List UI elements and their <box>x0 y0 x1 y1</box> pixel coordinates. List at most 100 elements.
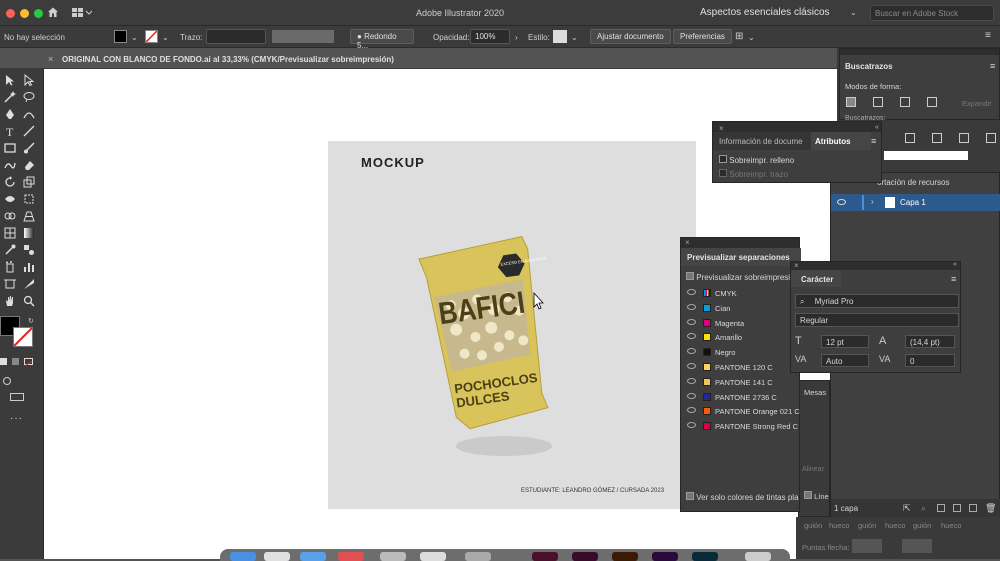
direct-selection-tool-icon[interactable] <box>23 73 35 87</box>
asset-export-tab[interactable]: ortación de recursos <box>877 178 949 187</box>
none-mode-icon[interactable] <box>24 358 33 367</box>
divide-icon[interactable] <box>905 133 915 143</box>
exclude-icon[interactable] <box>927 97 937 107</box>
ink-row-negro[interactable]: Negro <box>681 345 801 360</box>
intersect-icon[interactable] <box>900 97 910 107</box>
gradient-mode-icon[interactable] <box>12 358 19 365</box>
arrow-start-select[interactable] <box>852 539 882 553</box>
overprint-fill-option[interactable]: Sobreimpr. relleno <box>719 155 794 165</box>
panel-menu-icon[interactable]: ≡ <box>985 30 991 41</box>
opacity-field[interactable]: 100% <box>470 29 510 44</box>
popcorn-bag-mockup[interactable]: BAFICI EXCESO EN AZÚCARES POCHOCLOSDULCE… <box>328 141 696 509</box>
close-tab-icon[interactable]: × <box>48 54 53 64</box>
spot-only-option[interactable]: Ver solo colores de tintas pla <box>686 492 799 502</box>
crop-icon[interactable] <box>986 133 996 143</box>
layer-visibility-icon[interactable] <box>837 199 846 205</box>
dock-app-icon[interactable] <box>532 552 558 561</box>
line-segment-tool-icon[interactable] <box>23 125 35 137</box>
stroke-weight-field[interactable] <box>206 29 266 44</box>
style-chevron-icon[interactable]: ⌄ <box>571 33 578 42</box>
swap-colors-icon[interactable]: ↻ <box>28 317 34 325</box>
color-mode-icon[interactable] <box>0 358 7 365</box>
dock-app-icon[interactable] <box>300 552 326 561</box>
close-separations-icon[interactable]: × <box>685 238 690 247</box>
dock-app-icon[interactable] <box>380 552 406 561</box>
artboards-tab[interactable]: Mesas <box>804 388 826 397</box>
selection-tool-icon[interactable] <box>4 74 16 86</box>
artboard-tool-icon[interactable] <box>4 278 16 290</box>
overprint-fill-checkbox[interactable] <box>719 155 727 163</box>
ink-row-amarillo[interactable]: Amarillo <box>681 330 801 345</box>
new-sublayer-icon[interactable] <box>953 504 961 512</box>
opacity-chevron-icon[interactable]: › <box>515 33 518 42</box>
delete-layer-icon[interactable]: 🗑 <box>985 503 996 514</box>
visibility-icon[interactable] <box>687 407 696 414</box>
ink-row-cian[interactable]: Cian <box>681 301 801 316</box>
zoom-tool-icon[interactable] <box>23 295 35 307</box>
ink-row-pantone-2736[interactable]: PANTONE 2736 C <box>681 390 801 405</box>
magic-wand-tool-icon[interactable] <box>4 91 16 103</box>
dock-app-icon[interactable] <box>420 552 446 561</box>
line-checkbox[interactable] <box>804 491 812 499</box>
graphic-style-swatch[interactable] <box>553 30 567 43</box>
column-graph-tool-icon[interactable] <box>23 261 35 273</box>
slice-tool-icon[interactable] <box>23 278 35 290</box>
preferences-button[interactable]: Preferencias <box>673 29 732 44</box>
drawing-mode-icon[interactable] <box>3 377 11 385</box>
locate-object-icon[interactable]: ⌕ <box>921 503 926 514</box>
minus-front-icon[interactable] <box>873 97 883 107</box>
home-icon[interactable] <box>47 6 59 20</box>
collapse-panel-icon[interactable]: « <box>875 124 879 131</box>
overprint-preview-option[interactable]: Previsualizar sobreimpresió <box>686 272 795 282</box>
stroke-swatch[interactable] <box>145 30 158 43</box>
gradient-tool-icon[interactable] <box>23 227 35 239</box>
expand-button[interactable]: Expandir <box>962 99 992 108</box>
mesh-tool-icon[interactable] <box>4 227 16 239</box>
document-tab[interactable]: × ORIGINAL CON BLANCO DE FONDO.ai al 33,… <box>44 49 837 69</box>
expand-layer-icon[interactable]: › <box>871 197 874 206</box>
new-layer-icon[interactable] <box>969 504 977 512</box>
symbol-sprayer-tool-icon[interactable] <box>4 261 16 273</box>
trim-icon[interactable] <box>932 133 942 143</box>
ink-row-cmyk[interactable]: CMYK <box>681 286 801 301</box>
layer-row[interactable]: › Capa 1 <box>831 194 1000 211</box>
font-size-field[interactable]: 12 pt <box>821 335 869 348</box>
close-window-button[interactable] <box>6 9 15 18</box>
type-tool-icon[interactable]: T <box>4 125 16 139</box>
attributes-tab[interactable]: Atributos <box>811 132 871 150</box>
shape-builder-tool-icon[interactable] <box>4 210 16 222</box>
overprint-preview-checkbox[interactable] <box>686 272 694 280</box>
edit-toolbar-icon[interactable]: ··· <box>10 413 23 424</box>
dock-app-icon[interactable] <box>264 552 290 561</box>
document-info-tab[interactable]: Información de docume <box>713 132 813 150</box>
unite-icon[interactable] <box>846 97 856 107</box>
visibility-icon[interactable] <box>687 377 696 384</box>
variable-width-profile[interactable] <box>272 30 334 43</box>
overprint-stroke-option[interactable]: Sobreimpr. trazo <box>719 169 788 179</box>
font-style-select[interactable]: Regular <box>795 313 959 327</box>
workspace-chevron-icon[interactable]: ⌄ <box>850 8 857 17</box>
arrange-documents-icon[interactable] <box>72 7 93 20</box>
export-icon[interactable]: ⇱ <box>903 503 911 514</box>
blend-tool-icon[interactable] <box>23 244 35 256</box>
fill-swatch[interactable] <box>114 30 127 43</box>
visibility-icon[interactable] <box>687 333 696 340</box>
visibility-icon[interactable] <box>687 392 696 399</box>
ink-row-pantone-strong-red[interactable]: PANTONE Strong Red C <box>681 419 801 434</box>
align-icon[interactable]: ⊞ <box>735 31 743 42</box>
clipping-mask-icon[interactable] <box>937 504 945 512</box>
scale-tool-icon[interactable] <box>23 176 35 188</box>
minimize-window-button[interactable] <box>20 9 29 18</box>
pathfinder-menu-icon[interactable]: ≡ <box>990 61 995 71</box>
dock-app-icon[interactable] <box>465 552 491 561</box>
free-transform-tool-icon[interactable] <box>23 193 35 205</box>
fit-document-button[interactable]: Ajustar documento <box>590 29 671 44</box>
dock-app-icon[interactable] <box>230 552 256 561</box>
collapse-character-icon[interactable]: « <box>953 261 957 268</box>
visibility-icon[interactable] <box>687 318 696 325</box>
dock-app-icon[interactable] <box>652 552 678 561</box>
visibility-icon[interactable] <box>687 348 696 355</box>
dock-app-icon[interactable] <box>338 552 364 561</box>
ink-row-pantone-120[interactable]: PANTONE 120 C <box>681 360 801 375</box>
paintbrush-tool-icon[interactable] <box>23 142 35 154</box>
